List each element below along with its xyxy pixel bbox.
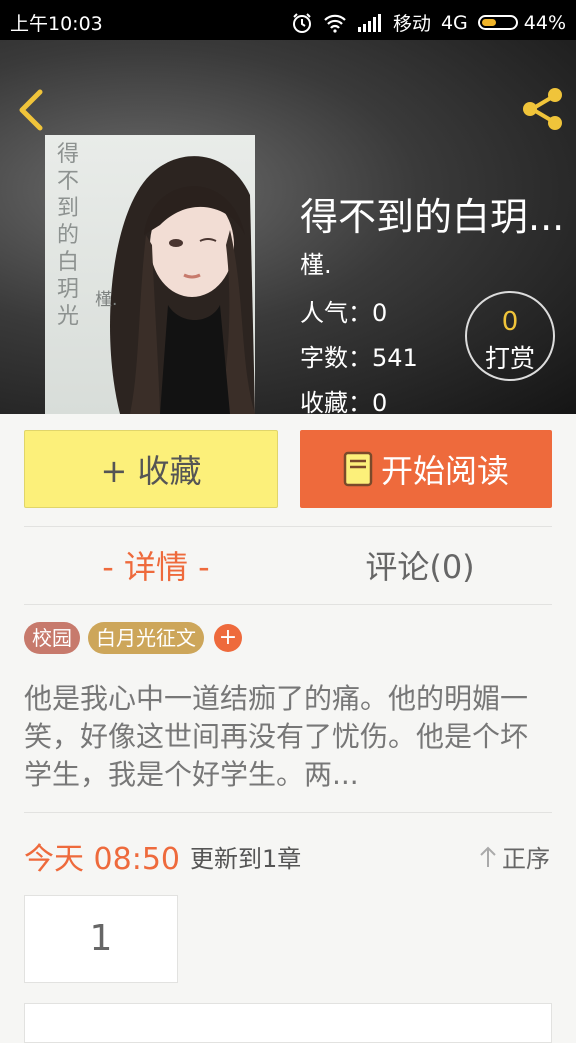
add-to-favorites-button[interactable]: + 收藏 — [24, 430, 278, 508]
status-bar: 上午10:03 移动 4G 44% — [0, 0, 576, 40]
tag-contest[interactable]: 白月光征文 — [88, 622, 204, 654]
add-tag-button[interactable]: + — [214, 624, 242, 652]
book-icon — [343, 451, 373, 487]
popularity-stat: 人气：0 — [300, 299, 388, 327]
wifi-icon — [323, 13, 347, 33]
book-header: 得不到的白玥光 槿. 得不到的白玥... 槿. 人气：0 字数：541 收藏：0… — [0, 40, 576, 414]
sort-label: 正序 — [502, 845, 550, 873]
read-label: 开始阅读 — [380, 452, 509, 490]
divider — [24, 604, 552, 605]
favorite-label: + 收藏 — [100, 452, 202, 490]
back-button[interactable] — [14, 88, 50, 132]
list-item — [24, 1003, 552, 1043]
battery-indicator: 44% — [477, 11, 566, 34]
arrow-up-icon — [480, 846, 496, 867]
favorites-stat: 收藏：0 — [300, 389, 388, 414]
tag-campus[interactable]: 校园 — [24, 622, 80, 654]
chapter-item[interactable]: 1 — [24, 895, 178, 983]
signal-icon — [357, 13, 383, 33]
network-label: 4G — [440, 11, 468, 34]
update-time: 今天 08:50 — [24, 842, 180, 877]
tab-comments[interactable]: 评论(0) — [288, 530, 552, 604]
book-author[interactable]: 槿. — [300, 245, 332, 280]
divider — [24, 526, 552, 527]
sort-order-button[interactable]: 正序 — [478, 839, 550, 874]
divider — [24, 812, 552, 813]
battery-fill — [481, 19, 496, 26]
battery-percent: 44% — [523, 11, 566, 34]
tip-count: 0 — [501, 307, 519, 337]
tab-detail[interactable]: - 详情 - — [24, 530, 288, 604]
book-title: 得不到的白玥... — [300, 195, 565, 239]
alarm-icon — [291, 12, 313, 34]
share-button[interactable] — [520, 86, 566, 132]
update-status: 更新到1章 — [190, 845, 302, 873]
tag-list: 校园 白月光征文 + — [24, 622, 242, 654]
carrier-label: 移动 — [392, 13, 431, 35]
word-count-stat: 字数：541 — [300, 344, 418, 372]
tip-label: 打赏 — [484, 344, 535, 373]
clock: 上午10:03 — [10, 13, 103, 35]
battery-icon — [477, 15, 518, 30]
chevron-left-icon — [19, 89, 43, 131]
book-cover[interactable]: 得不到的白玥光 槿. — [45, 135, 255, 414]
cover-title: 得不到的白玥光 — [57, 142, 80, 329]
share-icon — [523, 88, 562, 130]
cover-author: 槿. — [95, 290, 118, 310]
cover-illustration — [110, 156, 255, 414]
start-reading-button[interactable]: 开始阅读 — [300, 430, 552, 508]
book-synopsis[interactable]: 他是我心中一道结痂了的痛。他的明媚一笑，好像这世间再没有了忧伤。他是个坏学生，我… — [24, 680, 552, 794]
tip-button[interactable]: 0 打赏 — [465, 291, 555, 381]
